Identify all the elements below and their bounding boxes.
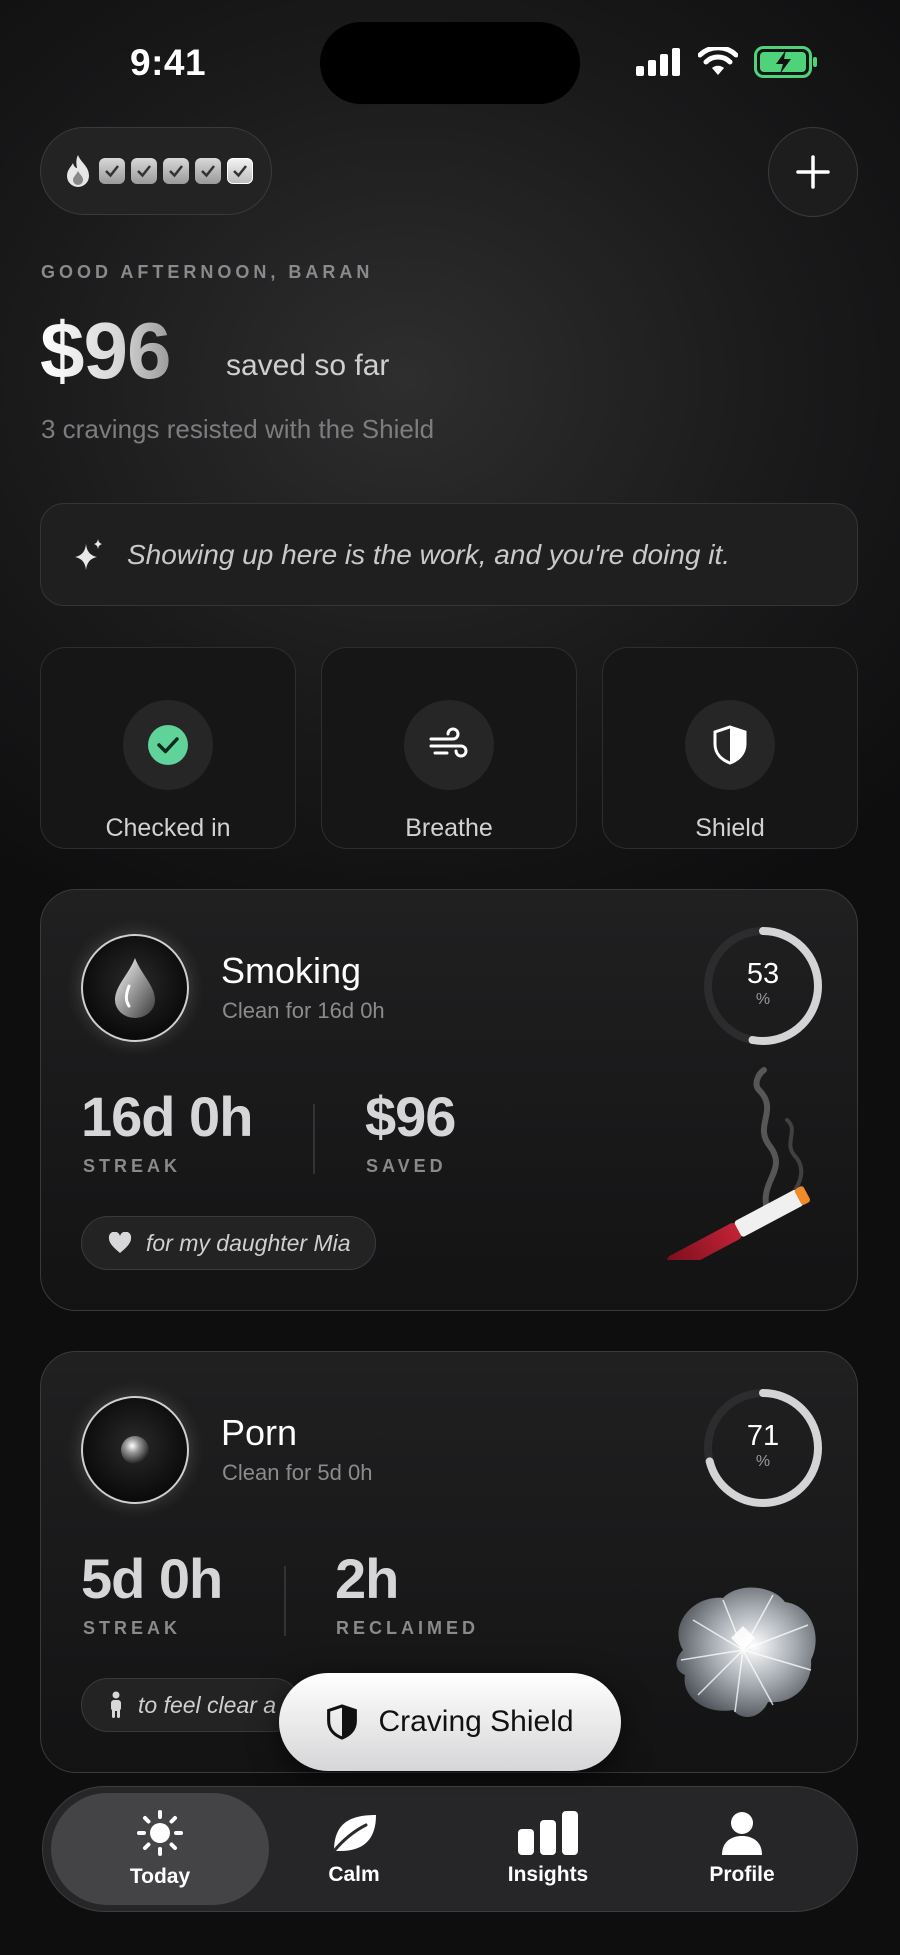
progress-value: 53 (746, 958, 780, 990)
tab-insights[interactable]: Insights (439, 1793, 657, 1905)
streak-day-check (99, 158, 125, 184)
battery-charging-icon (754, 46, 817, 78)
habit-title: Porn (221, 1412, 298, 1453)
motive-pill[interactable]: for my daughter Mia (81, 1216, 376, 1270)
shield-tile[interactable]: Shield (602, 647, 858, 849)
streak-day-check (195, 158, 221, 184)
cellular-signal-icon (636, 48, 680, 76)
leaf-icon (332, 1815, 376, 1853)
craving-shield-button[interactable]: Craving Shield (279, 1673, 621, 1771)
habit-avatar (81, 1396, 189, 1504)
habit-subtitle: Clean for 16d 0h (222, 998, 385, 1023)
flame-icon (67, 155, 89, 187)
tile-label: Checked in (105, 814, 231, 842)
heart-icon (108, 1232, 132, 1253)
greeting: GOOD AFTERNOON, BARAN (41, 262, 374, 282)
person-icon (111, 1691, 121, 1718)
streak-value: 5d 0h (81, 1547, 223, 1610)
streak-day-check-today (227, 158, 253, 184)
stat-divider (313, 1104, 315, 1174)
motivation-quote: Showing up here is the work, and you're … (40, 503, 858, 606)
saved-amount-label: saved so far (226, 349, 390, 382)
saved-label: SAVED (366, 1156, 447, 1176)
progress-unit: % (755, 991, 771, 1008)
shield-icon (327, 1704, 358, 1740)
breathe-icon-wrap (404, 700, 494, 790)
checked-in-icon-wrap (123, 700, 213, 790)
craving-shield-label: Craving Shield (378, 1705, 574, 1738)
status-time: 9:41 (130, 42, 207, 83)
tab-label: Today (129, 1865, 191, 1888)
cravings-resisted: 3 cravings resisted with the Shield (41, 414, 435, 444)
habit-subtitle: Clean for 5d 0h (222, 1460, 373, 1485)
cigarette-illustration (666, 1067, 810, 1260)
water-drop-icon (115, 958, 155, 1018)
shield-icon-wrap (685, 700, 775, 790)
tab-label: Profile (709, 1863, 775, 1886)
progress-ring: 71 % (701, 1386, 825, 1510)
tab-profile[interactable]: Profile (633, 1793, 851, 1905)
quote-text: Showing up here is the work, and you're … (127, 538, 731, 570)
tab-label: Calm (328, 1863, 380, 1886)
status-icons (636, 46, 818, 78)
habit-card-smoking[interactable]: Smoking Clean for 16d 0h 53 % 16d 0h STR… (40, 889, 858, 1311)
motive-text: for my daughter Mia (146, 1229, 351, 1256)
tab-bar: Today Calm Insights Profile (42, 1786, 858, 1912)
bar-chart-icon (518, 1811, 578, 1855)
tab-label: Insights (507, 1863, 589, 1886)
wind-icon (429, 727, 468, 758)
checked-in-tile[interactable]: Checked in (40, 647, 296, 849)
streak-value: 16d 0h (81, 1085, 253, 1148)
progress-ring: 53 % (701, 924, 825, 1048)
dynamic-island (320, 22, 580, 104)
tile-label: Breathe (405, 814, 493, 842)
reclaimed-label: RECLAIMED (336, 1618, 479, 1638)
add-habit-button[interactable] (768, 127, 858, 217)
stat-divider (284, 1566, 286, 1636)
sphere-icon (121, 1436, 149, 1464)
crystal-brain-illustration (676, 1587, 816, 1717)
streak-day-check (163, 158, 189, 184)
progress-value: 71 (746, 1420, 780, 1452)
streak-day-check (131, 158, 157, 184)
tab-calm[interactable]: Calm (245, 1793, 463, 1905)
streak-pill[interactable] (40, 127, 272, 215)
tab-today[interactable]: Today (51, 1793, 269, 1905)
person-icon (722, 1812, 762, 1855)
streak-label: STREAK (83, 1618, 182, 1638)
habit-avatar (81, 934, 189, 1042)
tile-label: Shield (695, 814, 765, 842)
sparkle-icon (75, 538, 102, 570)
breathe-tile[interactable]: Breathe (321, 647, 577, 849)
streak-label: STREAK (83, 1156, 182, 1176)
motive-text: to feel clear a (138, 1691, 277, 1718)
shield-icon (713, 725, 747, 765)
reclaimed-value: 2h (335, 1547, 399, 1610)
wifi-icon (698, 47, 738, 75)
saved-value: $96 (365, 1085, 456, 1148)
saved-amount: $96 (40, 306, 171, 395)
plus-icon (796, 155, 830, 189)
motive-pill[interactable]: to feel clear a (81, 1678, 302, 1732)
sun-icon (137, 1810, 183, 1856)
checkmark-circle-icon (148, 725, 188, 765)
habit-title: Smoking (221, 950, 362, 991)
progress-unit: % (755, 1453, 771, 1470)
